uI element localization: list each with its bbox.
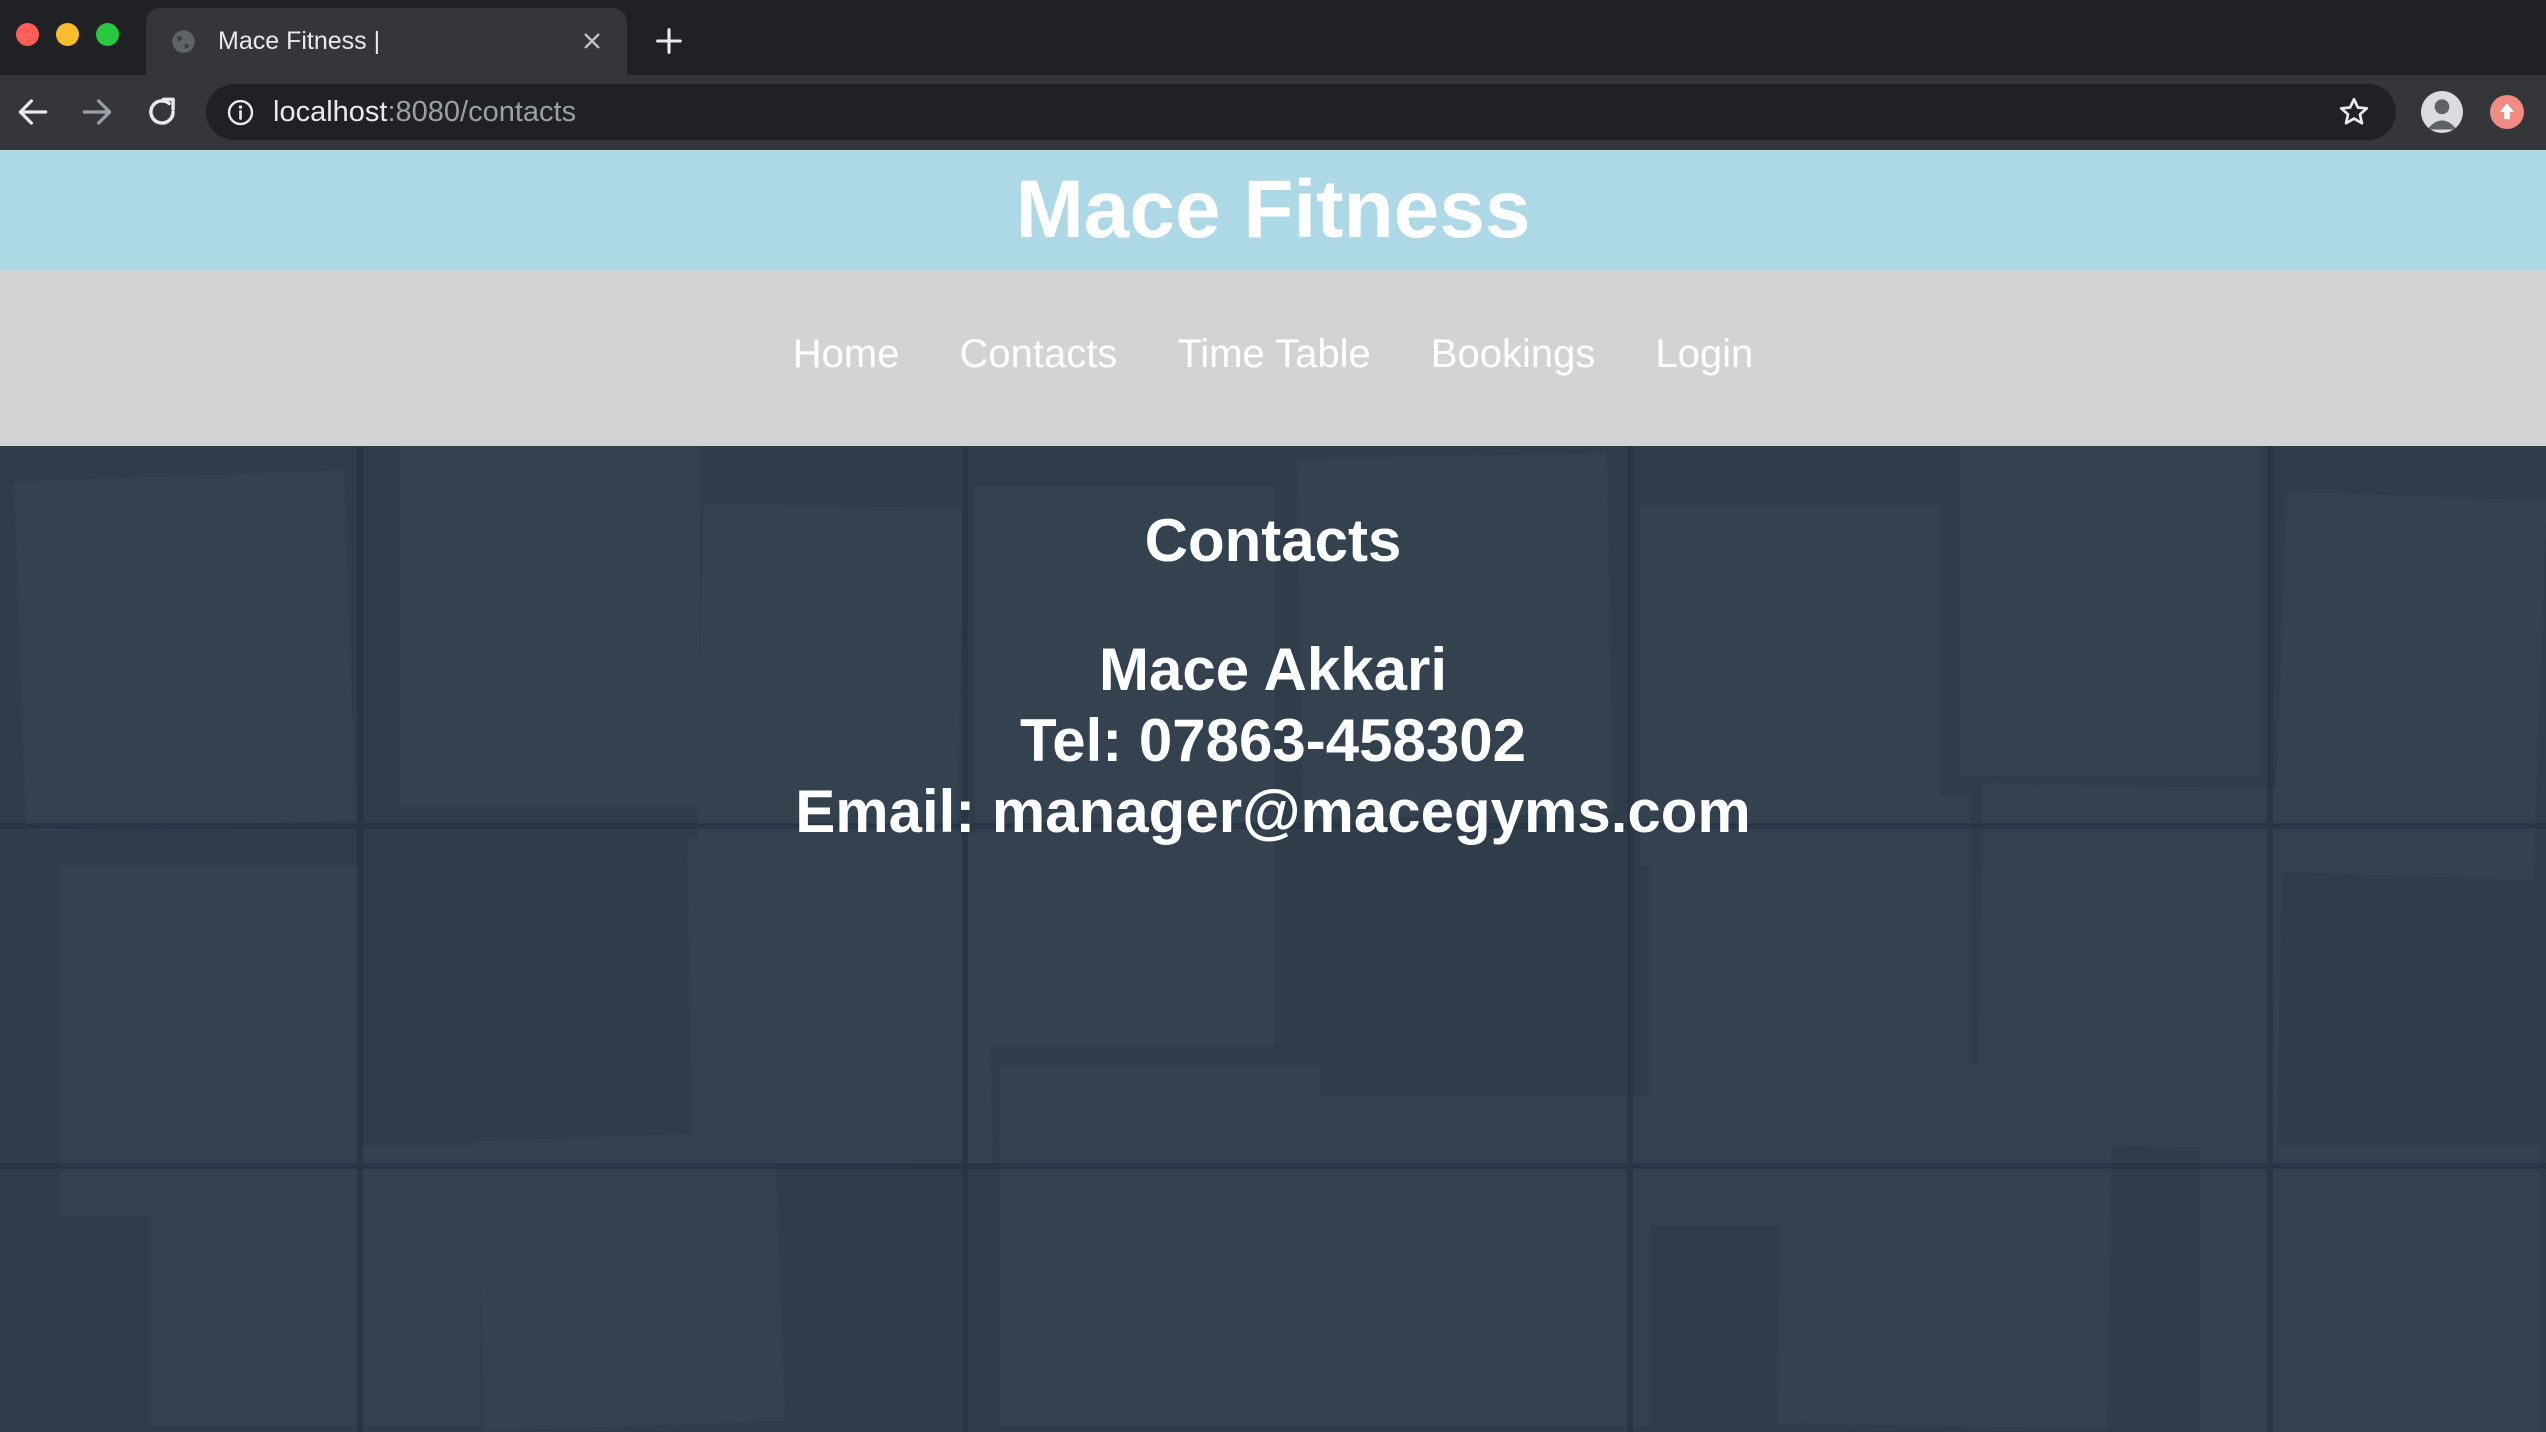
nav-link-bookings[interactable]: Bookings [1431, 332, 1596, 377]
url-path: :8080/contacts [387, 96, 577, 128]
back-arrow-icon[interactable] [14, 93, 52, 131]
web-page: Mace Fitness Home Contacts Time Table Bo… [0, 150, 2546, 1432]
maximize-window-button[interactable] [96, 23, 119, 46]
browser-tab[interactable]: Mace Fitness | [146, 8, 627, 75]
extension-icon[interactable] [2490, 95, 2524, 129]
nav-link-time-table[interactable]: Time Table [1177, 332, 1370, 377]
site-header: Mace Fitness [0, 150, 2546, 270]
close-icon[interactable] [577, 26, 607, 56]
profile-avatar-icon[interactable] [2421, 91, 2463, 133]
browser-tab-bar: Mace Fitness | [0, 0, 2546, 75]
nav-link-login[interactable]: Login [1655, 332, 1753, 377]
reload-icon[interactable] [143, 93, 181, 131]
close-window-button[interactable] [16, 23, 39, 46]
nav-link-contacts[interactable]: Contacts [959, 332, 1117, 377]
minimize-window-button[interactable] [56, 23, 79, 46]
nav-link-home[interactable]: Home [793, 332, 900, 377]
new-tab-icon[interactable] [652, 24, 686, 58]
address-bar[interactable]: localhost:8080/contacts [206, 84, 2396, 140]
contact-details: Mace Akkari Tel: 07863-458302 Email: man… [0, 634, 2546, 847]
contact-email: Email: manager@macegyms.com [795, 778, 1751, 845]
contacts-heading: Contacts [1144, 507, 1402, 574]
site-nav: Home Contacts Time Table Bookings Login [0, 270, 2546, 446]
url-host: localhost [273, 96, 388, 128]
forward-arrow-icon[interactable] [78, 93, 116, 131]
tab-title: Mace Fitness | [218, 27, 381, 55]
info-icon[interactable] [226, 98, 255, 127]
contact-name: Mace Akkari [1099, 636, 1447, 703]
url-text[interactable]: localhost:8080/contacts [273, 96, 576, 129]
bookmark-star-icon[interactable] [2336, 94, 2372, 130]
contact-phone: Tel: 07863-458302 [1020, 707, 1526, 774]
contacts-section: Contacts Mace Akkari Tel: 07863-458302 E… [0, 446, 2546, 1432]
site-title: Mace Fitness [1015, 164, 1531, 255]
globe-icon [172, 30, 195, 53]
browser-toolbar: localhost:8080/contacts [0, 75, 2546, 150]
contacts-content: Contacts Mace Akkari Tel: 07863-458302 E… [0, 506, 2546, 847]
